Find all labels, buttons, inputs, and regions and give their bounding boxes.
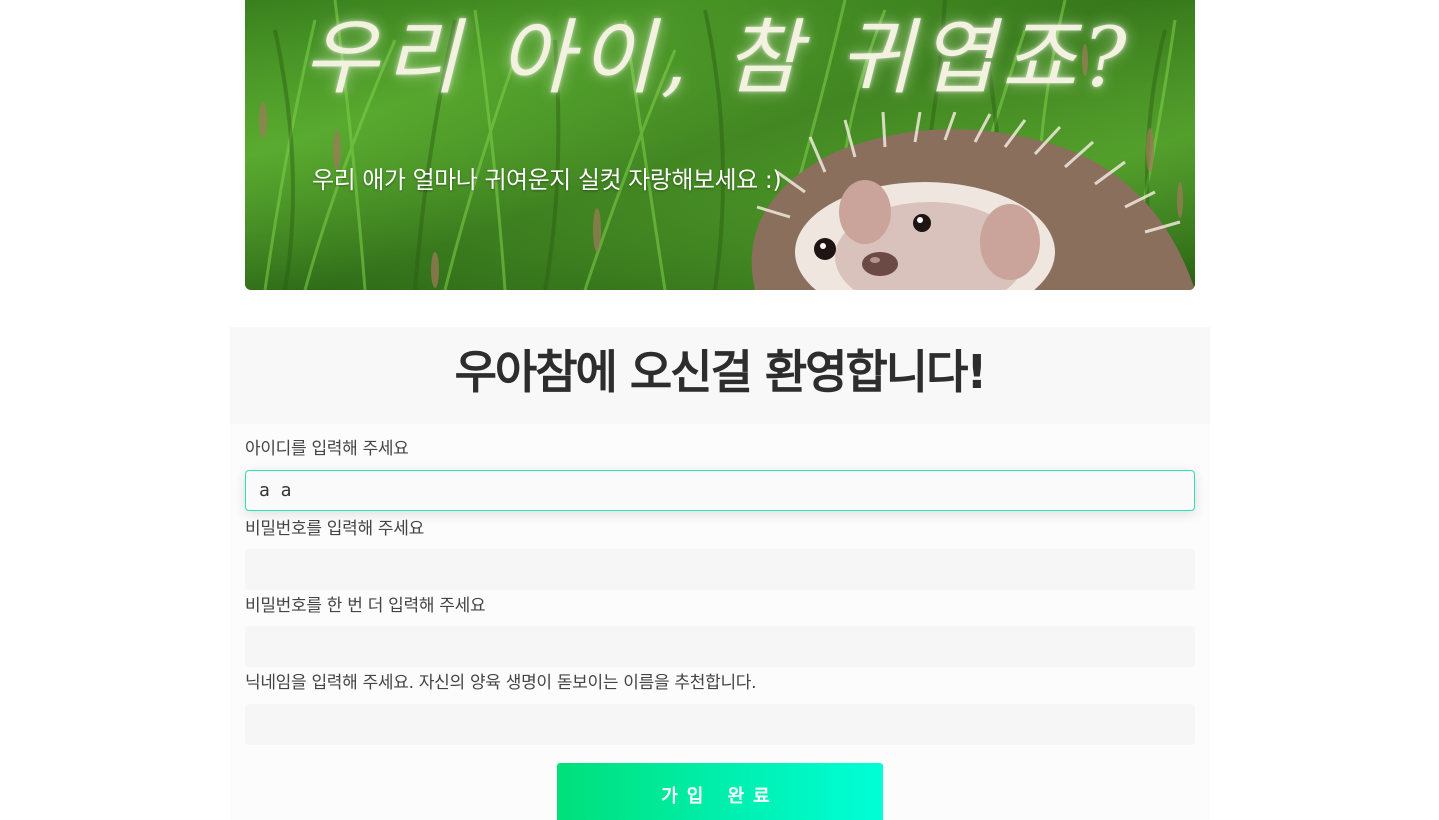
password-input[interactable] [245,549,1195,590]
id-label: 아이디를 입력해 주세요 [245,439,409,459]
banner-title: 우리 아이, 참 귀엽죠? [303,11,1133,106]
signup-form: 우아참에 오신걸 환영합니다! 아이디를 입력해 주세요 비밀번호를 입력해 주… [230,327,1210,820]
id-input[interactable] [245,470,1195,511]
banner-subtitle: 우리 애가 얼마나 귀여운지 실컷 자랑해보세요 :) [312,166,782,194]
hedgehog-image [751,112,1195,290]
password-confirm-input[interactable] [245,626,1195,667]
hero-banner: 우리 아이, 참 귀엽죠? 우리 애가 얼마나 귀여운지 실컷 자랑해보세요 :… [245,0,1195,290]
signup-submit-button[interactable]: 가입 완료 [557,763,883,820]
nickname-input[interactable] [245,704,1195,745]
nickname-label: 닉네임을 입력해 주세요. 자신의 양육 생명이 돋보이는 이름을 추천합니다. [245,673,757,693]
page-title: 우아참에 오신걸 환영합니다! [454,345,988,399]
signup-page: 우리 아이, 참 귀엽죠? 우리 애가 얼마나 귀여운지 실컷 자랑해보세요 :… [0,0,1439,820]
form-header: 우아참에 오신걸 환영합니다! [230,327,1210,424]
password-label: 비밀번호를 입력해 주세요 [245,519,424,539]
password-confirm-label: 비밀번호를 한 번 더 입력해 주세요 [245,596,486,616]
